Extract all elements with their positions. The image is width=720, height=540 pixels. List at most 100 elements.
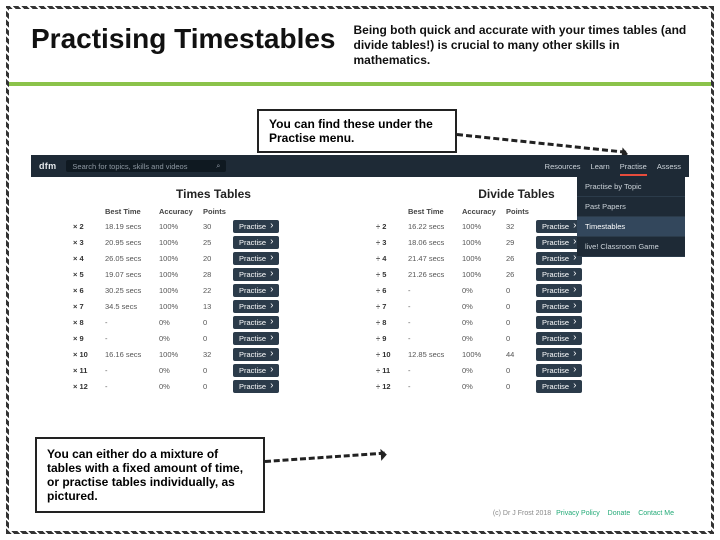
practise-button[interactable]: Practise [536,284,582,297]
intro-text: Being both quick and accurate with your … [354,23,690,68]
logo: dfm [39,161,56,171]
row-accuracy: 100% [159,254,203,263]
table-row: ÷ 11-0%0Practise [376,362,657,378]
search-icon[interactable]: ⌕ [216,161,220,171]
dd-practise-by-topic[interactable]: Practise by Topic [577,177,685,197]
row-best-time: - [408,318,462,327]
practise-button[interactable]: Practise [233,300,279,313]
row-best-time: 34.5 secs [105,302,159,311]
practise-button[interactable]: Practise [233,348,279,361]
row-label: ÷ 12 [376,382,408,391]
row-best-time: 26.05 secs [105,254,159,263]
practise-button[interactable]: Practise [233,236,279,249]
row-points: 32 [506,222,536,231]
row-label: ÷ 9 [376,334,408,343]
accent-line [9,82,711,86]
table-row: × 218.19 secs100%30Practise [73,218,354,234]
row-accuracy: 100% [462,222,506,231]
practise-button[interactable]: Practise [536,252,582,265]
footer-link-privacy[interactable]: Privacy Policy [556,510,600,517]
practise-button[interactable]: Practise [536,332,582,345]
arrow-to-menu [457,133,626,154]
practise-button[interactable]: Practise [233,284,279,297]
row-accuracy: 0% [462,382,506,391]
row-best-time: - [408,382,462,391]
practise-button[interactable]: Practise [233,252,279,265]
row-best-time: - [105,366,159,375]
row-label: ÷ 4 [376,254,408,263]
row-points: 0 [506,382,536,391]
row-accuracy: 100% [159,286,203,295]
times-header: Best TimeAccuracyPoints [73,207,354,216]
nav-learn[interactable]: Learn [591,162,610,171]
row-accuracy: 0% [159,366,203,375]
row-accuracy: 100% [159,350,203,359]
practise-button[interactable]: Practise [536,364,582,377]
slide-frame: Practising Timestables Being both quick … [6,6,714,534]
row-accuracy: 0% [462,318,506,327]
search-input[interactable]: Search for topics, skills and videos ⌕ [66,160,226,172]
practise-button[interactable]: Practise [233,268,279,281]
row-points: 44 [506,350,536,359]
row-points: 0 [203,366,233,375]
row-label: × 11 [73,366,105,375]
table-row: ÷ 6-0%0Practise [376,282,657,298]
practise-button[interactable]: Practise [536,220,582,233]
page-title: Practising Timestables [31,23,336,55]
row-points: 0 [203,334,233,343]
dd-past-papers[interactable]: Past Papers [577,197,685,217]
row-best-time: - [408,334,462,343]
row-best-time: 12.85 secs [408,350,462,359]
search-placeholder: Search for topics, skills and videos [72,162,187,171]
practise-button[interactable]: Practise [536,380,582,393]
practise-button[interactable]: Practise [536,300,582,313]
row-points: 26 [506,254,536,263]
dd-live-game[interactable]: live! Classroom Game [577,237,685,257]
dd-timestables[interactable]: Timestables [577,217,685,237]
footer-link-donate[interactable]: Donate [608,510,631,517]
practise-button[interactable]: Practise [536,268,582,281]
row-points: 0 [506,302,536,311]
practise-button[interactable]: Practise [233,364,279,377]
practise-button[interactable]: Practise [233,332,279,345]
table-row: × 734.5 secs100%13Practise [73,298,354,314]
practise-button[interactable]: Practise [233,380,279,393]
table-row: ÷ 7-0%0Practise [376,298,657,314]
header: Practising Timestables Being both quick … [9,9,711,76]
row-label: × 4 [73,254,105,263]
times-title: Times Tables [73,187,354,201]
row-label: × 5 [73,270,105,279]
table-row: × 1016.16 secs100%32Practise [73,346,354,362]
table-row: × 12-0%0Practise [73,378,354,394]
practise-button[interactable]: Practise [233,220,279,233]
row-accuracy: 0% [462,366,506,375]
nav-assess[interactable]: Assess [657,162,681,171]
table-row: × 11-0%0Practise [73,362,354,378]
practise-button[interactable]: Practise [536,236,582,249]
row-best-time: 19.07 secs [105,270,159,279]
row-points: 0 [506,334,536,343]
row-accuracy: 100% [462,238,506,247]
practise-button[interactable]: Practise [536,316,582,329]
row-points: 0 [203,318,233,327]
row-label: × 8 [73,318,105,327]
row-accuracy: 100% [159,270,203,279]
row-best-time: 16.16 secs [105,350,159,359]
table-row: × 426.05 secs100%20Practise [73,250,354,266]
practise-button[interactable]: Practise [233,316,279,329]
row-best-time: - [408,286,462,295]
top-nav: dfm Search for topics, skills and videos… [31,155,689,177]
row-best-time: 18.19 secs [105,222,159,231]
practise-button[interactable]: Practise [536,348,582,361]
callout-menu-location: You can find these under the Practise me… [257,109,457,153]
table-row: ÷ 12-0%0Practise [376,378,657,394]
row-best-time: 16.22 secs [408,222,462,231]
row-label: × 6 [73,286,105,295]
nav-practise[interactable]: Practise [620,162,647,171]
footer-link-contact[interactable]: Contact Me [638,510,674,517]
row-best-time: - [105,382,159,391]
nav-resources[interactable]: Resources [545,162,581,171]
row-best-time: - [105,318,159,327]
row-points: 0 [506,286,536,295]
row-accuracy: 100% [462,254,506,263]
